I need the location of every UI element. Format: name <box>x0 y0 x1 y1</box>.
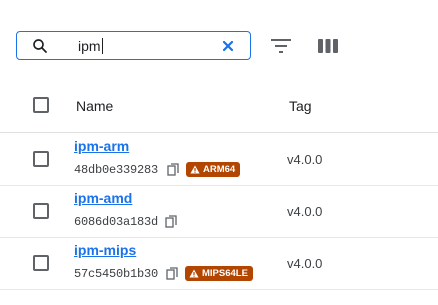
architecture-badge: MIPS64LE <box>185 266 253 281</box>
search-icon <box>33 39 47 53</box>
table-row: ipm-arm 48db0e339283 ARM64 v4.0.0 <box>0 133 438 186</box>
image-tag: v4.0.0 <box>287 256 323 271</box>
warning-icon <box>189 269 199 278</box>
copy-icon[interactable] <box>165 215 177 228</box>
architecture-badge: ARM64 <box>186 162 241 177</box>
column-header-name: Name <box>76 98 114 114</box>
select-all-checkbox[interactable] <box>33 97 49 113</box>
image-name-link[interactable]: ipm-amd <box>74 190 132 206</box>
image-digest: 48db0e339283 <box>74 163 159 177</box>
filter-icon[interactable] <box>270 36 292 56</box>
image-digest: 57c5450b1b30 <box>74 267 159 281</box>
column-header-tag: Tag <box>289 98 312 114</box>
clear-search-icon[interactable] <box>221 39 235 53</box>
search-input[interactable]: ipm <box>78 37 103 55</box>
table-row: ipm-amd 6086d03a183d v4.0.0 <box>0 185 438 238</box>
image-digest: 6086d03a183d <box>74 215 159 229</box>
columns-icon[interactable] <box>316 36 340 56</box>
row-checkbox[interactable] <box>33 203 49 219</box>
image-name-link[interactable]: ipm-mips <box>74 242 136 258</box>
table-header: Name Tag <box>0 82 438 133</box>
warning-icon <box>190 165 200 174</box>
row-checkbox[interactable] <box>33 255 49 271</box>
copy-icon[interactable] <box>167 163 179 176</box>
row-checkbox[interactable] <box>33 151 49 167</box>
image-tag: v4.0.0 <box>287 204 323 219</box>
search-field[interactable]: ipm <box>16 31 251 60</box>
image-name-link[interactable]: ipm-arm <box>74 138 129 154</box>
table-row: ipm-mips 57c5450b1b30 MIPS64LE v4.0.0 <box>0 237 438 290</box>
copy-icon[interactable] <box>166 267 178 280</box>
image-tag: v4.0.0 <box>287 152 323 167</box>
